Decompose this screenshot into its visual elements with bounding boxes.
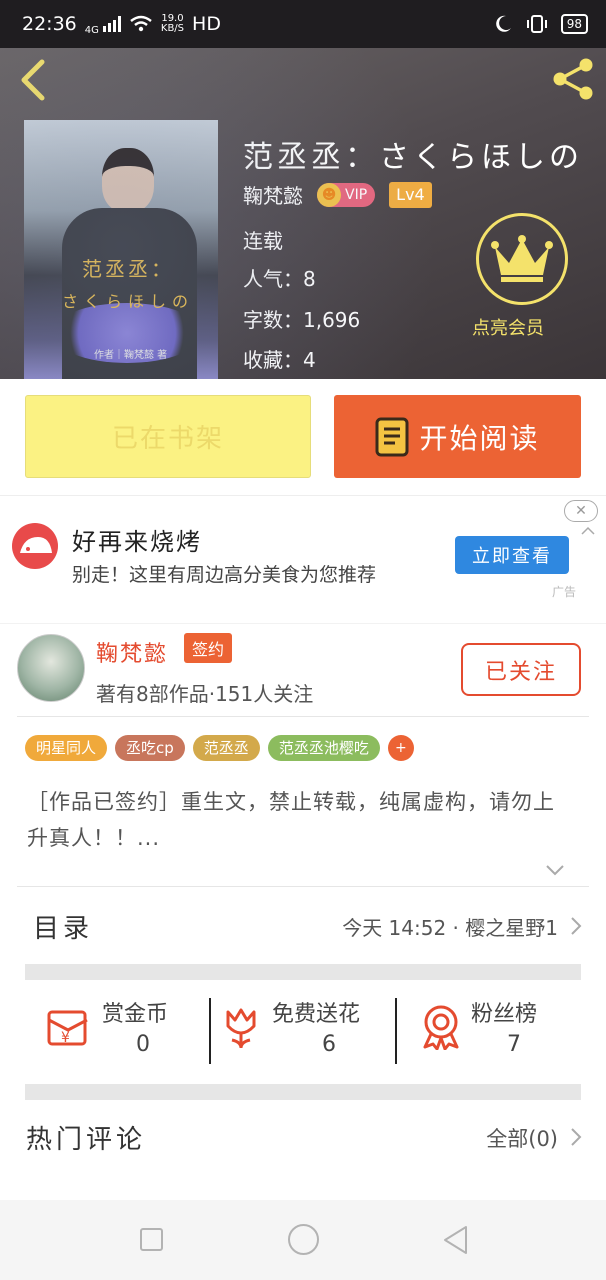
level-badge: Lv4 (389, 181, 432, 208)
home-button[interactable] (288, 1224, 319, 1255)
ad-title: 好再来烧烤 (72, 528, 202, 556)
start-reading-label: 开始阅读 (419, 421, 540, 455)
network-label: 4G (84, 24, 99, 36)
member-label[interactable]: 点亮会员 (472, 314, 544, 340)
ad-description: 别走！这里有周边高分美食为您推荐 (72, 564, 377, 586)
divider (17, 716, 589, 717)
hot-comments-label: 热门评论 (26, 1125, 147, 1155)
latest-chapter: 今天 14:52 · 樱之星野1 (342, 916, 558, 940)
all-comments-link[interactable]: 全部(0) (486, 1123, 558, 1153)
ad-close-icon[interactable]: ✕ (564, 500, 598, 522)
favorites-count: 收藏：4 (243, 348, 316, 372)
tag-list: 明星同人 丞吃cp 范丞丞 范丞丞池樱吃 + (25, 735, 414, 761)
more-tags-button[interactable]: + (387, 735, 414, 761)
author-avatar[interactable] (17, 634, 85, 702)
catalog-row[interactable]: 目录 今天 14:52 · 樱之星野1 (0, 886, 606, 964)
author-works-info: 著有8部作品·151人关注 (96, 682, 314, 706)
battery-indicator: 98 (560, 14, 588, 34)
follow-button[interactable]: 已关注 (461, 643, 581, 696)
chevron-right-icon (571, 917, 582, 935)
vip-badge: ☻ VIP (317, 182, 376, 207)
author-name[interactable]: 鞠梵懿 (96, 636, 168, 668)
system-nav-bar (0, 1200, 606, 1280)
cover-title-line2: さくらほしの (62, 292, 195, 311)
crown-icon (491, 235, 553, 282)
catalog-label: 目录 (33, 914, 94, 944)
signed-badge: 签约 (184, 633, 233, 663)
wifi-icon (130, 15, 152, 32)
word-count: 字数：1,696 (243, 308, 361, 332)
tag[interactable]: 丞吃cp (115, 735, 185, 761)
fan-ranking-stat[interactable]: 粉丝榜 7 (421, 996, 571, 1066)
moon-icon (495, 15, 511, 32)
cover-portrait-head (102, 148, 154, 212)
vibrate-icon (526, 15, 547, 33)
serial-status: 连载 (243, 229, 283, 253)
hd-label: HD (192, 13, 221, 35)
action-bar: 已在书架 开始阅读 (0, 379, 606, 495)
nav-back-icon[interactable] (441, 1224, 469, 1256)
hedgehog-icon (20, 537, 52, 553)
share-icon[interactable] (550, 56, 596, 102)
stats-row: ¥ 赏金币 0 免费送花 6 粉丝榜 7 (0, 982, 606, 1084)
divider (395, 998, 397, 1064)
status-bar: 22:36 4G 19.0 KB/S HD 98 (0, 0, 606, 48)
reward-coin-stat[interactable]: ¥ 赏金币 0 (46, 996, 196, 1066)
free-flower-stat[interactable]: 免费送花 6 (222, 996, 392, 1066)
book-cover[interactable]: 范丞丞： さくらほしの 作者｜鞠梵懿 著 (24, 120, 218, 379)
popularity: 人气：8 (243, 267, 316, 291)
tag[interactable]: 明星同人 (25, 735, 108, 761)
clock: 22:36 (22, 13, 77, 35)
book-description[interactable]: ［作品已签约］重生文，禁止转载，纯属虚构，请勿上升真人！！... (27, 784, 567, 856)
book-author[interactable]: 鞠梵懿 (243, 180, 303, 209)
book-header: 范丞丞： さくらほしの 作者｜鞠梵懿 著 范丞丞：さくらほしの 鞠梵懿 ☻ VIP… (0, 48, 606, 379)
recent-apps-button[interactable] (140, 1228, 163, 1251)
ad-banner[interactable]: 好再来烧烤 别走！这里有周边高分美食为您推荐 立即查看 ✕ 广告 (0, 495, 606, 623)
tag[interactable]: 范丞丞池樱吃 (267, 735, 380, 761)
hot-comments-header: 热门评论 全部(0) (0, 1101, 606, 1171)
tag[interactable]: 范丞丞 (192, 735, 260, 761)
start-reading-button[interactable]: 开始阅读 (334, 395, 581, 478)
member-button[interactable] (476, 213, 568, 305)
ad-logo (12, 523, 58, 569)
cover-author: 作者｜鞠梵懿 著 (94, 350, 168, 361)
book-title: 范丞丞：さくらほしの (243, 140, 583, 175)
in-bookshelf-button[interactable]: 已在书架 (25, 395, 311, 478)
chevron-up-icon[interactable] (580, 526, 596, 536)
chevron-down-icon[interactable] (545, 864, 565, 876)
divider (209, 998, 211, 1064)
book-icon (375, 417, 409, 456)
book-details: 鞠梵懿 签约 著有8部作品·151人关注 已关注 明星同人 丞吃cp 范丞丞 范… (0, 624, 606, 1200)
section-divider (25, 964, 581, 980)
signal-icon (102, 16, 121, 32)
sun-icon: ☻ (317, 182, 341, 207)
chevron-right-icon[interactable] (570, 1127, 582, 1147)
back-arrow-icon[interactable] (14, 58, 54, 102)
section-divider (25, 1084, 581, 1100)
reward-coin-icon: ¥ (47, 1010, 88, 1046)
medal-icon (423, 1005, 459, 1050)
cover-title-line1: 范丞丞： (82, 257, 174, 281)
network-speed: 19.0 KB/S (160, 13, 185, 34)
svg-text:¥: ¥ (61, 1030, 70, 1046)
ad-view-button[interactable]: 立即查看 (455, 536, 569, 574)
flower-icon (226, 1008, 256, 1049)
book-author-row: 鞠梵懿 ☻ VIP Lv4 (243, 180, 432, 209)
ad-mark: 广告 (552, 585, 577, 599)
